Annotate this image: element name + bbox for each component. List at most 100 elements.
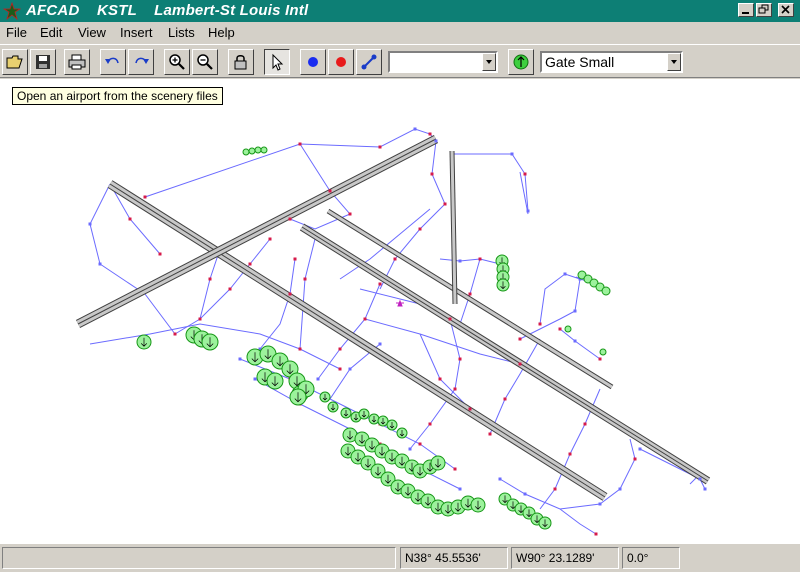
- hold-node[interactable]: [288, 217, 292, 221]
- chevron-down-icon[interactable]: [482, 53, 496, 71]
- hold-node[interactable]: [468, 407, 472, 411]
- link-node[interactable]: [98, 262, 102, 266]
- hold-node[interactable]: [293, 257, 297, 261]
- open-button[interactable]: [2, 49, 28, 75]
- link-node[interactable]: [563, 272, 567, 276]
- hold-node[interactable]: [298, 347, 302, 351]
- parking-spot[interactable]: [266, 372, 284, 390]
- parking-spot[interactable]: [601, 286, 611, 296]
- link-node[interactable]: [703, 487, 707, 491]
- link-node[interactable]: [238, 357, 242, 361]
- hold-node[interactable]: [378, 145, 382, 149]
- add-parking-button[interactable]: [508, 49, 534, 75]
- hold-node[interactable]: [523, 172, 527, 176]
- chevron-down-icon[interactable]: [667, 53, 681, 71]
- airport-map[interactable]: [0, 79, 800, 543]
- hold-node[interactable]: [558, 327, 562, 331]
- link-node[interactable]: [526, 209, 530, 213]
- hold-node[interactable]: [363, 317, 367, 321]
- hold-node[interactable]: [594, 532, 598, 536]
- hold-node[interactable]: [598, 357, 602, 361]
- menu-help[interactable]: Help: [208, 25, 235, 40]
- hold-node[interactable]: [453, 387, 457, 391]
- link-node[interactable]: [88, 222, 92, 226]
- link-node[interactable]: [458, 259, 462, 263]
- hold-node[interactable]: [208, 277, 212, 281]
- hold-node[interactable]: [198, 317, 202, 321]
- hold-node[interactable]: [448, 317, 452, 321]
- hold-node[interactable]: [518, 362, 522, 366]
- hold-node[interactable]: [428, 132, 432, 136]
- zoom-out-button[interactable]: [192, 49, 218, 75]
- hold-node[interactable]: [418, 227, 422, 231]
- menu-lists[interactable]: Lists: [168, 25, 195, 40]
- link-node[interactable]: [510, 152, 514, 156]
- parking-spot[interactable]: [377, 415, 389, 427]
- parking-spot[interactable]: [201, 333, 219, 351]
- hold-node[interactable]: [430, 172, 434, 176]
- airport-map-canvas[interactable]: [0, 79, 800, 543]
- hold-node[interactable]: [128, 217, 132, 221]
- link-node[interactable]: [573, 309, 577, 313]
- parking-type-dropdown[interactable]: Gate Small: [540, 51, 683, 73]
- hold-node[interactable]: [348, 212, 352, 216]
- link-node[interactable]: [413, 127, 417, 131]
- link-node[interactable]: [253, 377, 257, 381]
- link-type-dropdown[interactable]: [388, 51, 498, 73]
- link-node[interactable]: [378, 342, 382, 346]
- hold-node[interactable]: [468, 292, 472, 296]
- link-node[interactable]: [434, 139, 438, 143]
- link-node[interactable]: [573, 339, 577, 343]
- zoom-in-button[interactable]: [164, 49, 190, 75]
- hold-node[interactable]: [428, 422, 432, 426]
- hold-node[interactable]: [418, 442, 422, 446]
- parking-spot[interactable]: [260, 146, 268, 154]
- parking-spot[interactable]: [396, 427, 408, 439]
- hold-node[interactable]: [173, 332, 177, 336]
- lock-button[interactable]: [228, 49, 254, 75]
- parking-spot[interactable]: [254, 146, 262, 154]
- link-node[interactable]: [316, 377, 320, 381]
- add-link-button[interactable]: [356, 49, 382, 75]
- parking-spot[interactable]: [358, 408, 370, 420]
- add-taxi-node-button[interactable]: [300, 49, 326, 75]
- hold-node[interactable]: [303, 277, 307, 281]
- hold-node[interactable]: [268, 237, 272, 241]
- hold-node[interactable]: [458, 357, 462, 361]
- minimize-button[interactable]: [738, 3, 754, 17]
- link-node[interactable]: [523, 492, 527, 496]
- parking-spots[interactable]: [136, 146, 611, 530]
- menu-file[interactable]: File: [6, 25, 27, 40]
- parking-spot[interactable]: [496, 278, 510, 292]
- hold-node[interactable]: [443, 202, 447, 206]
- link-node[interactable]: [348, 367, 352, 371]
- link-node[interactable]: [638, 447, 642, 451]
- hold-node[interactable]: [518, 337, 522, 341]
- menu-edit[interactable]: Edit: [40, 25, 62, 40]
- hold-node[interactable]: [583, 422, 587, 426]
- parking-spot[interactable]: [319, 391, 331, 403]
- link-node[interactable]: [408, 447, 412, 451]
- hold-node[interactable]: [438, 377, 442, 381]
- hold-node[interactable]: [248, 262, 252, 266]
- select-tool-button[interactable]: [264, 49, 290, 75]
- parking-spot[interactable]: [564, 325, 572, 333]
- hold-node[interactable]: [553, 487, 557, 491]
- hold-node[interactable]: [158, 252, 162, 256]
- hold-node[interactable]: [488, 432, 492, 436]
- parking-spot[interactable]: [430, 455, 446, 471]
- undo-button[interactable]: [100, 49, 126, 75]
- parking-spot[interactable]: [599, 348, 607, 356]
- hold-node[interactable]: [143, 195, 147, 199]
- hold-node[interactable]: [288, 292, 292, 296]
- save-button[interactable]: [30, 49, 56, 75]
- hold-node[interactable]: [338, 367, 342, 371]
- menu-view[interactable]: View: [78, 25, 106, 40]
- parking-spot[interactable]: [136, 334, 152, 350]
- parking-spot[interactable]: [470, 497, 486, 513]
- parking-spot[interactable]: [538, 516, 552, 530]
- hold-node[interactable]: [298, 142, 302, 146]
- menu-insert[interactable]: Insert: [120, 25, 153, 40]
- parking-spot[interactable]: [242, 148, 250, 156]
- parking-spot[interactable]: [386, 419, 398, 431]
